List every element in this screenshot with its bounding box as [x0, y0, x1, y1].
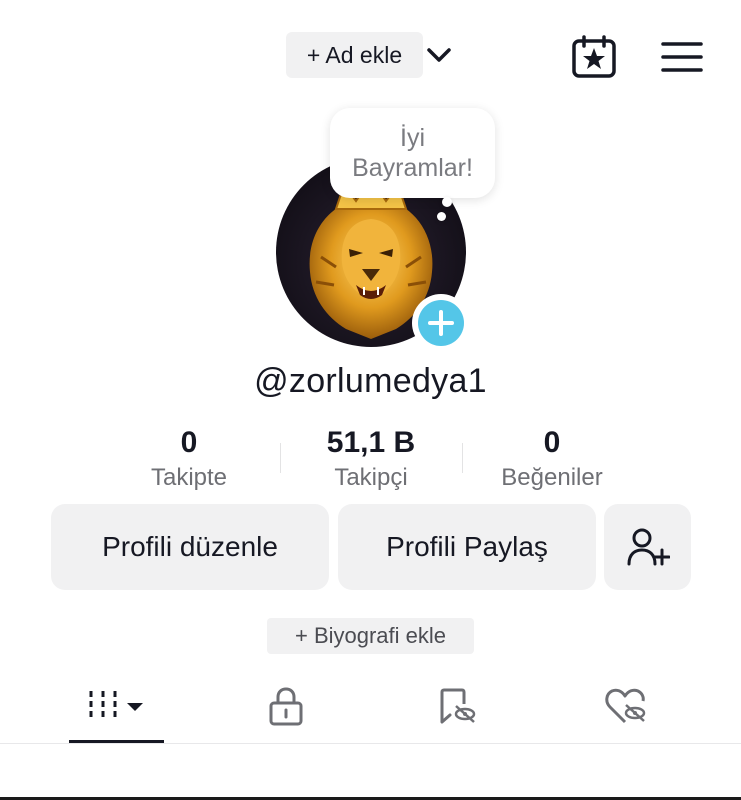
- status-bubble[interactable]: İyi Bayramlar!: [330, 108, 495, 198]
- stat-label: Takipte: [150, 464, 228, 491]
- add-user-icon: [627, 528, 670, 566]
- edit-profile-button[interactable]: Profili düzenle: [51, 504, 329, 590]
- add-friend-button[interactable]: [604, 504, 691, 590]
- hamburger-menu-icon[interactable]: [660, 40, 704, 74]
- tabs-divider: [0, 743, 741, 744]
- tab-liked[interactable]: [590, 682, 662, 730]
- stat-label: Beğeniler: [501, 464, 603, 491]
- liked-hidden-icon: [605, 688, 646, 724]
- lock-icon: [269, 687, 303, 726]
- calendar-star-icon[interactable]: [571, 35, 617, 79]
- plus-icon: [418, 300, 464, 346]
- stat-value: 0: [543, 426, 561, 459]
- stat-followers[interactable]: 51,1 B Takipçi: [281, 424, 461, 492]
- stat-label: Takipçi: [334, 464, 408, 491]
- share-profile-button[interactable]: Profili Paylaş: [338, 504, 596, 590]
- add-name-button[interactable]: + Ad ekle: [286, 32, 423, 78]
- add-bio-button[interactable]: + Biyografi ekle: [267, 618, 474, 654]
- status-line-2: Bayramlar!: [352, 154, 473, 182]
- chevron-down-icon[interactable]: [425, 43, 453, 67]
- stat-following[interactable]: 0 Takipte: [99, 424, 279, 492]
- stat-value: 0: [180, 426, 198, 459]
- bubble-tail: [442, 197, 452, 207]
- bubble-tail-dot: [437, 212, 446, 221]
- stat-value: 51,1 B: [326, 426, 416, 459]
- stat-likes[interactable]: 0 Beğeniler: [462, 424, 642, 492]
- reposts-hidden-icon: [440, 688, 476, 724]
- tab-videos[interactable]: [69, 682, 164, 730]
- videos-grid-icon: [89, 691, 143, 721]
- tab-reposts[interactable]: [420, 682, 492, 730]
- username: @zorlumedya1: [254, 362, 487, 400]
- status-line-1: İyi: [400, 124, 425, 152]
- add-photo-button[interactable]: [412, 294, 470, 352]
- tab-private[interactable]: [250, 682, 322, 730]
